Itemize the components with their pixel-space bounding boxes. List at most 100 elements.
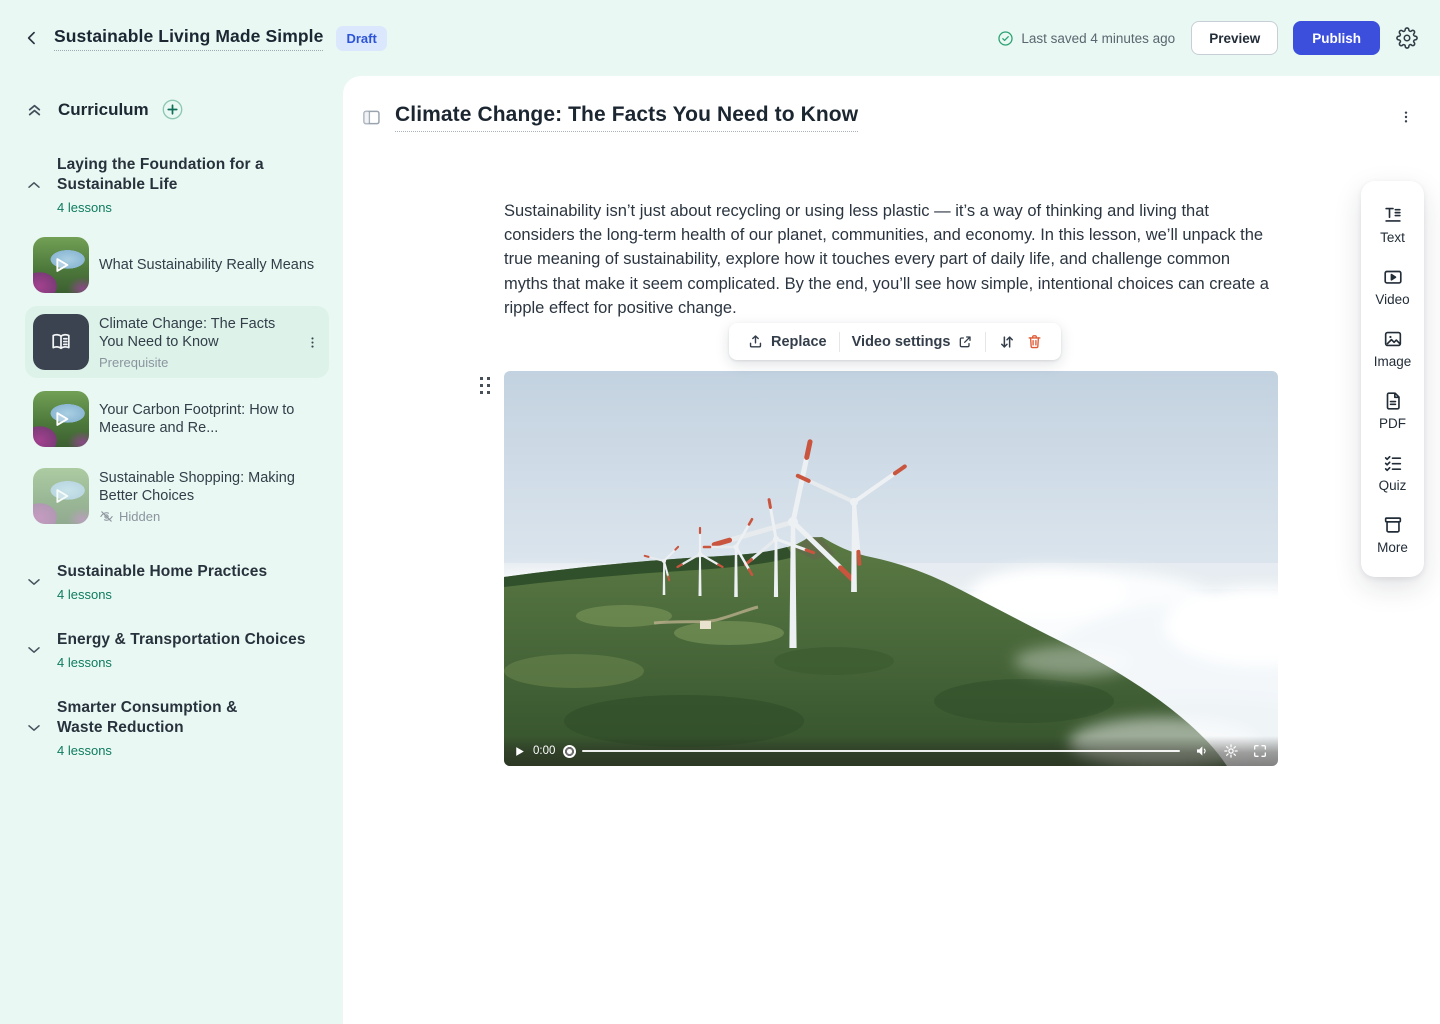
publish-button[interactable]: Publish [1293,21,1380,55]
lesson-item-hidden[interactable]: Sustainable Shopping: Making Better Choi… [25,460,329,532]
trash-icon [1026,333,1043,350]
palette-item-label: Image [1374,354,1412,369]
play-icon [33,391,89,447]
text-block-icon [1382,204,1404,226]
curriculum-section: Laying the Foundation for a Sustainable … [24,155,329,532]
section-header[interactable]: Laying the Foundation for a Sustainable … [24,155,329,215]
fullscreen-button[interactable] [1252,743,1268,759]
section-lesson-count: 4 lessons [57,743,287,758]
lesson-title: Your Carbon Footprint: How to Measure an… [99,401,321,437]
section-header[interactable]: Energy & Transportation Choices 4 lesson… [24,630,329,670]
lesson-list: What Sustainability Really Means Climate… [24,229,329,532]
player-settings-button[interactable] [1223,743,1239,759]
lesson-item-selected[interactable]: Climate Change: The Facts You Need to Kn… [25,306,329,378]
image-block-icon [1382,328,1404,350]
section-header[interactable]: Smarter Consumption & Waste Reduction 4 … [24,698,329,758]
curriculum-title: Curriculum [58,100,149,120]
section-lesson-count: 4 lessons [57,655,306,670]
insert-text-button[interactable]: Text [1361,194,1424,256]
lesson-header: Climate Change: The Facts You Need to Kn… [361,103,1414,132]
scrubber-handle[interactable] [563,745,576,758]
curriculum-section: Energy & Transportation Choices 4 lesson… [24,630,329,670]
insert-block-palette: Text Video Image PDF Quiz More [1361,181,1424,577]
toggle-sidebar-button[interactable] [361,107,382,128]
quiz-block-icon [1382,452,1404,474]
palette-item-label: More [1377,540,1408,555]
back-icon [22,28,42,48]
progress-bar[interactable] [582,750,1180,752]
collapse-all-icon [24,99,45,120]
video-player[interactable]: 0:00 [504,371,1278,766]
back-button[interactable] [22,28,42,48]
curriculum-sidebar: Curriculum Laying the Foundation for a S… [0,76,343,1024]
add-section-button[interactable] [161,98,184,121]
collapse-all-button[interactable] [24,99,45,120]
lesson-menu-button[interactable] [305,335,321,350]
gear-icon [1396,27,1418,49]
video-settings-label: Video settings [852,334,951,350]
chevron-down-icon[interactable] [24,572,46,592]
lesson-item[interactable]: What Sustainability Really Means [25,229,329,301]
insert-more-button[interactable]: More [1361,504,1424,566]
insert-pdf-button[interactable]: PDF [1361,380,1424,442]
preview-button[interactable]: Preview [1191,21,1278,55]
panel-toggle-icon [361,107,382,128]
lesson-hidden-label: Hidden [119,509,160,524]
palette-item-label: Quiz [1379,478,1407,493]
last-saved-text: Last saved 4 minutes ago [1021,31,1175,46]
delete-block-button[interactable] [1022,333,1049,350]
lesson-editor-canvas: Climate Change: The Facts You Need to Kn… [343,76,1440,1024]
replace-label: Replace [771,334,827,350]
lesson-title: Climate Change: The Facts You Need to Kn… [99,315,295,351]
course-title[interactable]: Sustainable Living Made Simple [54,26,323,51]
lesson-item[interactable]: Your Carbon Footprint: How to Measure an… [25,383,329,455]
toolbar-divider [985,332,986,352]
palette-item-label: PDF [1379,416,1406,431]
chevron-down-icon[interactable] [24,640,46,660]
lesson-title: What Sustainability Really Means [99,256,321,274]
external-link-icon [957,334,973,350]
status-badge: Draft [336,26,386,51]
insert-quiz-button[interactable]: Quiz [1361,442,1424,504]
curriculum-section: Sustainable Home Practices 4 lessons [24,562,329,602]
replace-video-button[interactable]: Replace [741,333,833,350]
block-drag-handle[interactable] [476,375,494,395]
lesson-video-thumbnail [33,391,89,447]
curriculum-section: Smarter Consumption & Waste Reduction 4 … [24,698,329,758]
topbar-actions: Last saved 4 minutes ago Preview Publish [997,21,1418,55]
video-block-icon [1382,266,1404,288]
video-block-toolbar: Replace Video settings [729,323,1061,360]
section-lesson-count: 4 lessons [57,200,329,215]
book-open-icon [48,329,74,355]
settings-button[interactable] [1396,27,1418,49]
insert-video-button[interactable]: Video [1361,256,1424,318]
video-frame-wind-turbines [504,371,1278,766]
lesson-title-heading[interactable]: Climate Change: The Facts You Need to Kn… [395,103,858,132]
play-button[interactable] [513,745,526,758]
section-title: Energy & Transportation Choices [57,630,306,650]
lesson-options-button[interactable] [1398,109,1414,125]
reading-lesson-tile [33,314,89,370]
check-circle-icon [997,30,1014,47]
curriculum-header: Curriculum [24,98,329,121]
eye-off-icon [99,509,114,524]
volume-button[interactable] [1194,743,1210,759]
pdf-block-icon [1382,390,1404,412]
chevron-down-icon[interactable] [24,718,46,738]
insert-image-button[interactable]: Image [1361,318,1424,380]
swap-order-icon [998,333,1016,351]
section-title: Laying the Foundation for a Sustainable … [57,155,329,195]
section-header[interactable]: Sustainable Home Practices 4 lessons [24,562,329,602]
lesson-body: Sustainability isn’t just about recyclin… [504,199,1278,320]
reorder-block-button[interactable] [992,333,1022,351]
section-lesson-count: 4 lessons [57,587,267,602]
lesson-video-thumbnail [33,237,89,293]
chevron-up-icon[interactable] [24,175,46,195]
text-block[interactable]: Sustainability isn’t just about recyclin… [504,199,1278,320]
lesson-video-thumbnail [33,468,89,524]
player-right-controls [1194,743,1268,759]
lesson-prerequisite-label: Prerequisite [99,355,295,370]
add-section-icon [161,98,184,121]
video-settings-button[interactable]: Video settings [846,334,980,350]
section-title: Smarter Consumption & Waste Reduction [57,698,287,738]
